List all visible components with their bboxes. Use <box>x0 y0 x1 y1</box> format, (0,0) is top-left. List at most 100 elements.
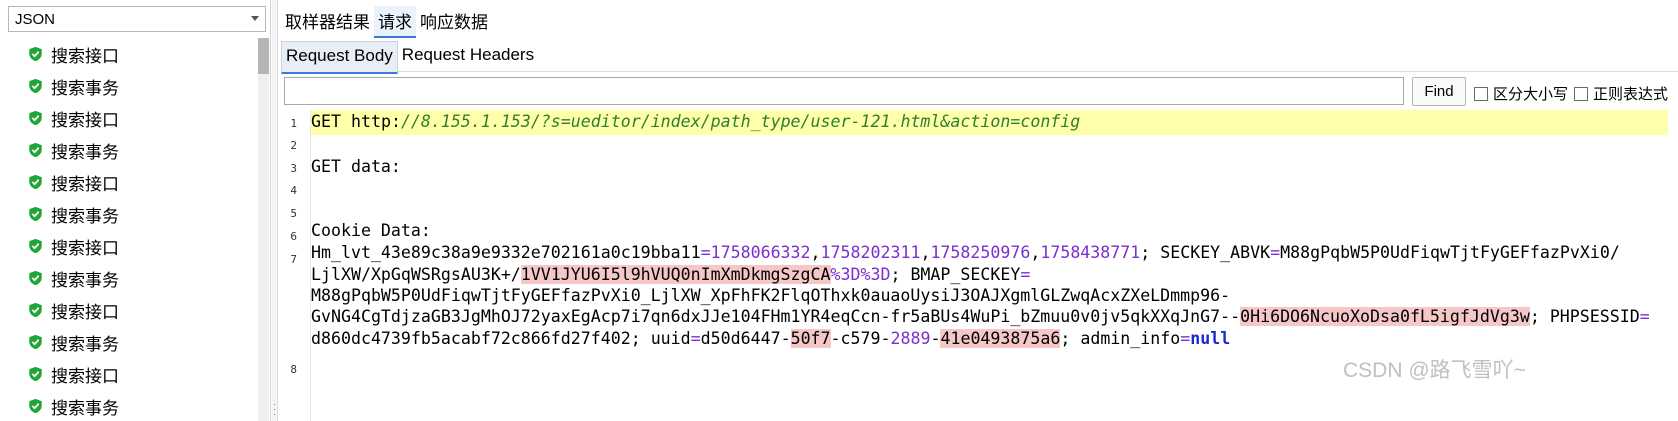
tree-item-label: 搜索事务 <box>51 398 119 418</box>
cookie-value: 1758202311 <box>820 243 921 262</box>
green-shield-check-icon <box>29 142 42 158</box>
cookie-name: uuid <box>650 329 691 348</box>
tree-item-label: 搜索接口 <box>51 238 119 258</box>
tree-item-label: 搜索事务 <box>51 270 119 290</box>
tree-item[interactable]: 搜索接口 <box>8 102 258 134</box>
tree-item[interactable]: 搜索事务 <box>8 326 258 358</box>
cookie-name: BMAP_SECKEY <box>910 265 1021 284</box>
green-shield-check-icon <box>29 174 42 190</box>
case-sensitive-checkbox[interactable]: 区分大小写 <box>1474 83 1568 104</box>
cookie-value: - <box>930 329 941 348</box>
scrollbar-thumb[interactable] <box>258 38 269 74</box>
tree-item-label: 搜索接口 <box>51 302 119 322</box>
line-number: 8 <box>290 363 297 376</box>
cookie-name: admin_info <box>1080 329 1181 348</box>
tree-item[interactable]: 搜索接口 <box>8 358 258 390</box>
watermark: CSDN @路飞雪吖~ <box>1343 359 1526 382</box>
green-shield-check-icon <box>29 238 42 254</box>
regex-checkbox[interactable]: 正则表达式 <box>1574 83 1668 104</box>
code-line-6: Cookie Data: <box>311 221 431 240</box>
code-line-1: GET http://8.155.1.153/?s=ueditor/index/… <box>311 112 1080 131</box>
tree-item[interactable]: 搜索事务 <box>8 70 258 102</box>
line-number: 1 <box>290 117 297 130</box>
find-button[interactable]: Find <box>1412 77 1466 106</box>
code-line-7-wrap-4: d860dc4739fb5acabf72c866fd27f402; uuid=d… <box>311 329 1231 348</box>
case-sensitive-label: 区分大小写 <box>1493 86 1569 103</box>
line-number: 4 <box>290 184 297 197</box>
cookie-value-encoded: %3D%3D <box>830 265 891 284</box>
renderer-select[interactable]: JSON <box>8 6 266 32</box>
tree-scrollbar[interactable] <box>258 38 269 421</box>
checkbox-box[interactable] <box>1574 86 1588 101</box>
green-shield-check-icon <box>29 46 42 62</box>
cookie-value-highlight: 0Hi6DO6NcuoXoDsa0fL5igfJdVg3w <box>1240 307 1530 326</box>
tree-item-label: 搜索接口 <box>51 174 119 194</box>
url-scheme: http: <box>350 112 401 131</box>
cookie-value-keyword: null <box>1190 329 1231 348</box>
cookie-value: d50d6447- <box>700 329 791 348</box>
result-tree-panel: JSON 搜索接口 搜索事务 搜索接口 搜索事务 搜索接口 搜索事务 搜索接口 搜索事务 搜索接… <box>0 0 271 421</box>
tree-item[interactable]: 搜索事务 <box>8 262 258 294</box>
cookie-value-highlight: 1VV1JYU6I5l9hVUQ0nImXmDkmgSzgCA <box>520 265 831 284</box>
line-number: 3 <box>290 162 297 175</box>
code-line-7-wrap-1: LjlXW/XpGqWSRgsAU3K+/1VV1JYU6I5l9hVUQ0nI… <box>311 265 1031 284</box>
cookie-value: M88gPqbW5P0UdFiqwTjtFyGEFfazPvXi0/ <box>1280 243 1620 262</box>
panel-splitter[interactable]: · · · <box>272 0 278 421</box>
tab-request-headers[interactable]: Request Headers <box>398 41 538 71</box>
tab-response-data[interactable]: 响应数据 <box>416 6 492 38</box>
tree-item-label: 搜索事务 <box>51 334 119 354</box>
cookie-value: LjlXW/XpGqWSRgsAU3K+/ <box>311 265 521 284</box>
tab-request-body[interactable]: Request Body <box>281 41 398 74</box>
line-number: 7 <box>290 253 297 266</box>
tree-item-label: 搜索事务 <box>51 78 119 98</box>
splitter-grip-icon: · · · <box>273 399 276 419</box>
code-line-3: GET data: <box>311 157 401 176</box>
checkbox-box[interactable] <box>1474 86 1488 101</box>
cookie-value-highlight: 41e0493875a6 <box>940 329 1061 348</box>
tab-request[interactable]: 请求 <box>374 6 416 38</box>
tree-item[interactable]: 搜索接口 <box>8 38 258 70</box>
tree-item[interactable]: 搜索接口 <box>8 230 258 262</box>
cookie-name: PHPSESSID <box>1549 307 1640 326</box>
green-shield-check-icon <box>29 398 42 414</box>
green-shield-check-icon <box>29 270 42 286</box>
cookie-name: SECKEY_ABVK <box>1160 243 1271 262</box>
cookie-value: 1758250976 <box>930 243 1031 262</box>
cookie-value: 1758438771 <box>1040 243 1141 262</box>
tree-item-label: 搜索接口 <box>51 110 119 130</box>
line-number-gutter: 1 2 3 4 5 6 7 8 <box>281 110 311 421</box>
cookie-value: -c579- <box>830 329 891 348</box>
green-shield-check-icon <box>29 78 42 94</box>
green-shield-check-icon <box>29 206 42 222</box>
cookie-value: GvNG4CgTdjzaGB3JgMhOJ72yaxEgAcp7i7qn6dxJ… <box>311 307 1241 326</box>
cookie-value: 2889 <box>890 329 931 348</box>
cookie-value: d860dc4739fb5acabf72c866fd27f402 <box>311 329 631 348</box>
code-line-7-wrap-2: M88gPqbW5P0UdFiqwTjtFyGEFfazPvXi0_LjlXW_… <box>311 286 1231 305</box>
tree-item[interactable]: 搜索事务 <box>8 390 258 421</box>
green-shield-check-icon <box>29 334 42 350</box>
result-tabs: 取样器结果 请求 响应数据 <box>281 6 492 38</box>
cookie-name: Hm_lvt_43e89c38a9e9332e702161a0c19bba11 <box>311 243 701 262</box>
green-shield-check-icon <box>29 110 42 126</box>
tree-item-label: 搜索接口 <box>51 366 119 386</box>
result-tree: 搜索接口 搜索事务 搜索接口 搜索事务 搜索接口 搜索事务 搜索接口 搜索事务 搜索接口 搜索事务… <box>8 38 258 421</box>
url-path: //8.155.1.153/?s=ueditor/index/path_type… <box>400 112 1081 131</box>
tab-sampler-result[interactable]: 取样器结果 <box>281 6 374 38</box>
line-number: 6 <box>290 230 297 243</box>
green-shield-check-icon <box>29 366 42 382</box>
tree-item[interactable]: 搜索事务 <box>8 198 258 230</box>
tree-item[interactable]: 搜索事务 <box>8 134 258 166</box>
tree-item[interactable]: 搜索接口 <box>8 294 258 326</box>
line-number: 2 <box>290 139 297 152</box>
tree-item[interactable]: 搜索接口 <box>8 166 258 198</box>
code-line-7-wrap-3: GvNG4CgTdjzaGB3JgMhOJ72yaxEgAcp7i7qn6dxJ… <box>311 307 1650 326</box>
regex-label: 正则表达式 <box>1593 86 1669 103</box>
chevron-down-icon[interactable] <box>251 16 259 21</box>
tree-item-label: 搜索事务 <box>51 206 119 226</box>
line-number: 5 <box>290 207 297 220</box>
request-sub-tabs: Request Body Request Headers <box>281 41 1678 74</box>
cookie-value-highlight: 50f7 <box>790 329 831 348</box>
renderer-select-value: JSON <box>15 11 56 28</box>
code-line-7: Hm_lvt_43e89c38a9e9332e702161a0c19bba11=… <box>311 243 1620 262</box>
search-input[interactable] <box>284 77 1404 105</box>
